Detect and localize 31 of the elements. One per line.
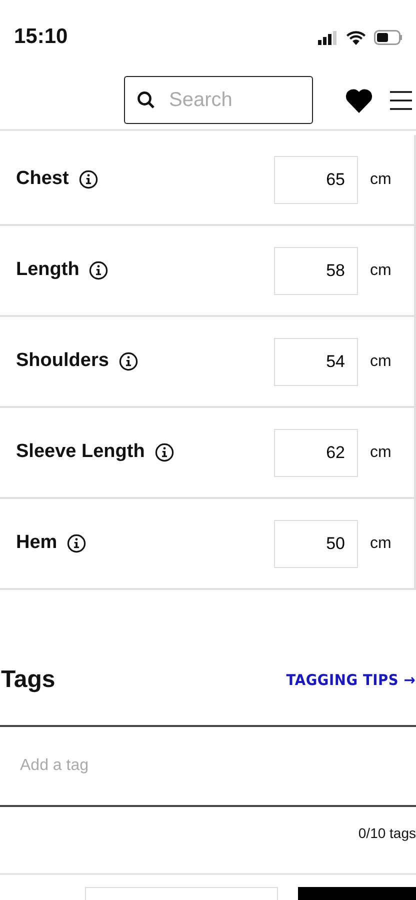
unit-label: cm: [369, 260, 392, 280]
signal-icon: [318, 30, 338, 44]
measurement-label: Sleeve Length: [16, 440, 145, 464]
measurement-input[interactable]: 62: [274, 428, 358, 476]
status-time: 15:10: [14, 24, 68, 50]
menu-icon[interactable]: [390, 90, 412, 110]
measurement-input[interactable]: 58: [274, 246, 358, 294]
info-icon[interactable]: [154, 443, 174, 462]
measurement-label: Length: [16, 258, 80, 282]
unit-label: cm: [369, 534, 392, 554]
measurement-input[interactable]: 54: [274, 338, 358, 386]
info-icon[interactable]: [78, 170, 98, 189]
unit-label: cm: [369, 442, 392, 462]
tagging-tips-link[interactable]: TAGGING TIPS →: [286, 668, 416, 692]
info-icon[interactable]: [118, 352, 138, 371]
wifi-icon: [346, 30, 366, 45]
unit-label: cm: [369, 170, 392, 190]
tag-count: 0/10 tags: [357, 824, 416, 843]
measurement-label: Hem: [16, 531, 58, 556]
heart-icon[interactable]: [345, 88, 373, 112]
measurement-input[interactable]: 50: [274, 520, 358, 568]
measurement-input[interactable]: 65: [274, 156, 358, 204]
measurement-label: Shoulders: [16, 349, 109, 374]
search-field[interactable]: Search: [124, 76, 313, 124]
measurement-label: Chest: [16, 167, 69, 192]
info-icon[interactable]: [89, 261, 108, 280]
unit-label: cm: [369, 352, 392, 372]
tag-input-field[interactable]: Add a tag: [0, 725, 416, 807]
section-title: Tags: [1, 665, 56, 695]
info-icon[interactable]: [67, 534, 86, 553]
battery-icon: [374, 30, 402, 45]
